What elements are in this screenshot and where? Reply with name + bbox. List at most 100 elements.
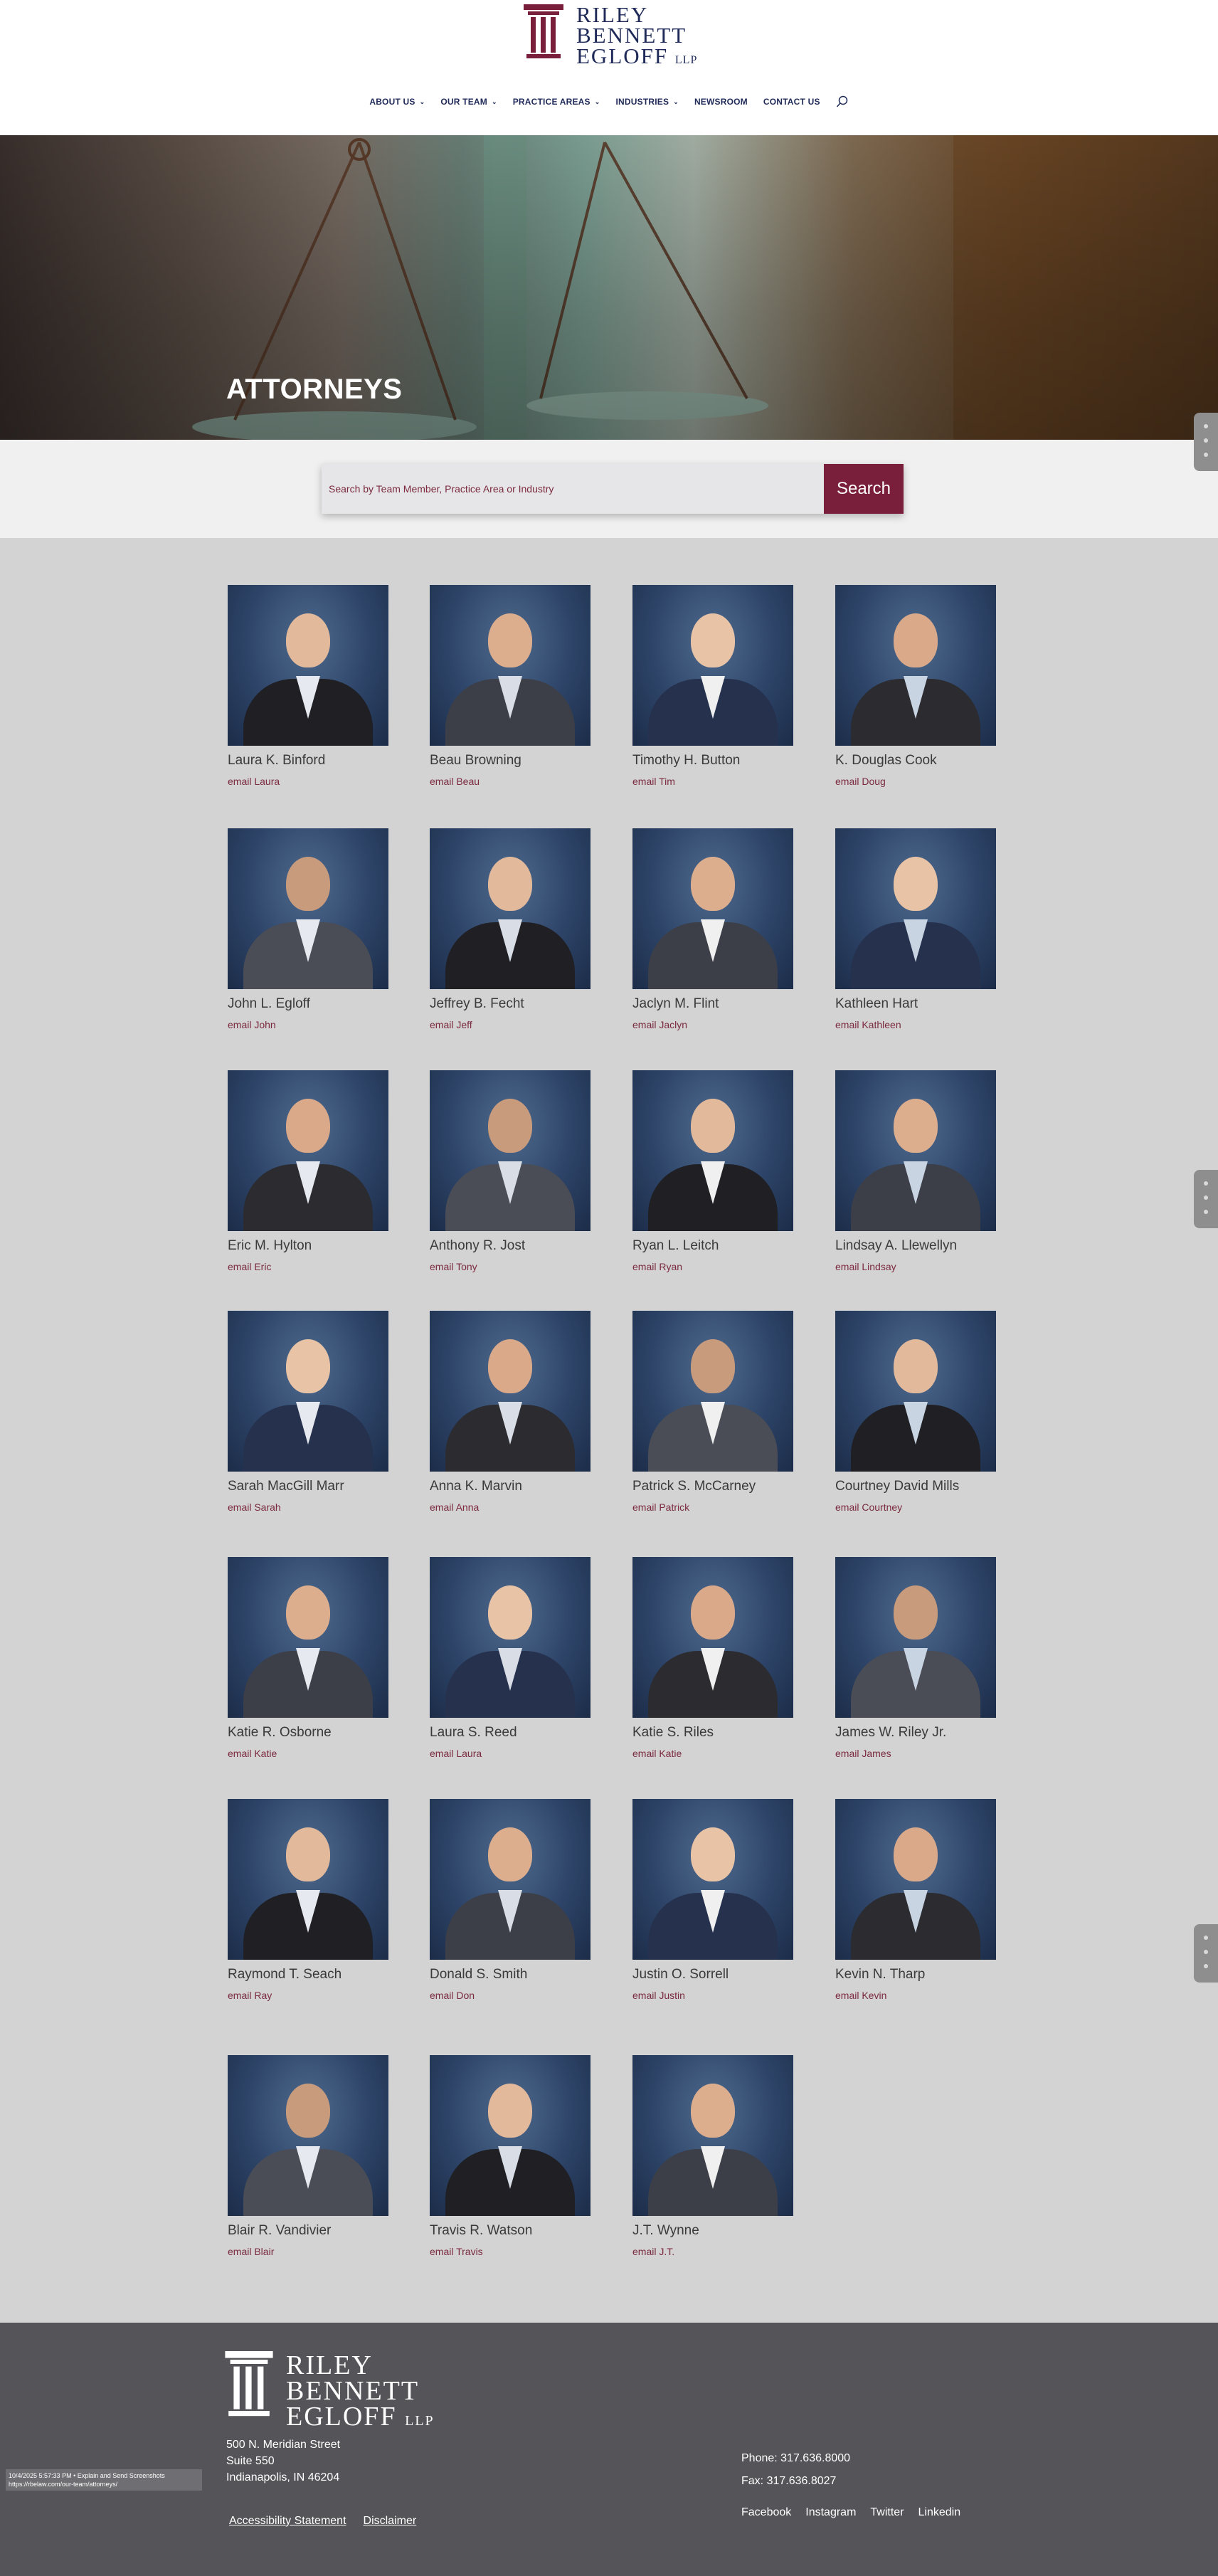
attorney-card[interactable]: Laura K. Binford email Laura (228, 585, 398, 798)
attorney-email-link[interactable]: email Courtney (835, 1501, 902, 1513)
attorney-email-link[interactable]: email Katie (228, 1748, 277, 1759)
attorney-email-link[interactable]: email Tony (430, 1261, 477, 1272)
attorney-name[interactable]: John L. Egloff (228, 996, 310, 1012)
attorney-name[interactable]: Ryan L. Leitch (632, 1238, 719, 1254)
attorney-card[interactable]: Courtney David Mills email Courtney (835, 1311, 1006, 1524)
attorney-email-link[interactable]: email Kevin (835, 1990, 886, 2001)
footer-logo[interactable]: RILEY BENNETT EGLOFF LLP (223, 2351, 444, 2430)
attorney-email-link[interactable]: email Patrick (632, 1501, 689, 1513)
attorney-photo[interactable] (632, 1070, 793, 1231)
attorney-photo[interactable] (632, 1799, 793, 1960)
attorney-photo[interactable] (430, 1311, 591, 1472)
attorney-card[interactable]: Raymond T. Seach email Ray (228, 1799, 398, 2012)
facebook-link[interactable]: Facebook (741, 2506, 791, 2519)
attorney-card[interactable]: Sarah MacGill Marr email Sarah (228, 1311, 398, 1524)
twitter-link[interactable]: Twitter (870, 2506, 904, 2519)
instagram-link[interactable]: Instagram (805, 2506, 856, 2519)
attorney-email-link[interactable]: email Ray (228, 1990, 272, 2001)
attorney-photo[interactable] (228, 585, 388, 746)
attorney-name[interactable]: James W. Riley Jr. (835, 1725, 946, 1741)
attorney-email-link[interactable]: email John (228, 1019, 276, 1030)
attorney-email-link[interactable]: email Kathleen (835, 1019, 901, 1030)
nav-newsroom[interactable]: NEWSROOM (694, 97, 748, 107)
attorney-email-link[interactable]: email Katie (632, 1748, 682, 1759)
disclaimer-link[interactable]: Disclaimer (364, 2515, 417, 2528)
attorney-photo[interactable] (632, 585, 793, 746)
attorney-card[interactable]: Anna K. Marvin email Anna (430, 1311, 600, 1524)
attorney-name[interactable]: K. Douglas Cook (835, 753, 937, 769)
attorney-photo[interactable] (632, 1557, 793, 1718)
nav-contact-us[interactable]: CONTACT US (763, 97, 820, 107)
attorney-photo[interactable] (228, 1311, 388, 1472)
attorney-name[interactable]: Patrick S. McCarney (632, 1479, 756, 1494)
attorney-name[interactable]: Eric M. Hylton (228, 1238, 312, 1254)
attorney-email-link[interactable]: email Ryan (632, 1261, 682, 1272)
attorney-card[interactable]: Beau Browning email Beau (430, 585, 600, 798)
attorney-email-link[interactable]: email Jeff (430, 1019, 472, 1030)
brand-logo[interactable]: RILEY BENNETT EGLOFF LLP (524, 4, 701, 70)
attorney-card[interactable]: Eric M. Hylton email Eric (228, 1070, 398, 1284)
attorney-email-link[interactable]: email J.T. (632, 2246, 674, 2257)
attorney-photo[interactable] (835, 1311, 996, 1472)
attorney-name[interactable]: Laura S. Reed (430, 1725, 517, 1741)
attorney-email-link[interactable]: email Eric (228, 1261, 271, 1272)
attorney-name[interactable]: Raymond T. Seach (228, 1967, 341, 1983)
attorney-email-link[interactable]: email Laura (228, 776, 280, 787)
attorney-card[interactable]: Jaclyn M. Flint email Jaclyn (632, 828, 803, 1042)
attorney-photo[interactable] (228, 1799, 388, 1960)
attorney-card[interactable]: J.T. Wynne email J.T. (632, 2055, 803, 2269)
attorney-card[interactable]: Lindsay A. Llewellyn email Lindsay (835, 1070, 1006, 1284)
attorney-photo[interactable] (632, 828, 793, 989)
attorney-email-link[interactable]: email Jaclyn (632, 1019, 687, 1030)
attorney-photo[interactable] (228, 2055, 388, 2216)
attorney-photo[interactable] (835, 828, 996, 989)
attorney-email-link[interactable]: email Anna (430, 1501, 479, 1513)
attorney-email-link[interactable]: email Blair (228, 2246, 274, 2257)
attorney-card[interactable]: Ryan L. Leitch email Ryan (632, 1070, 803, 1284)
side-nav-dots[interactable] (1194, 1170, 1218, 1228)
attorney-card[interactable]: Patrick S. McCarney email Patrick (632, 1311, 803, 1524)
attorney-card[interactable]: John L. Egloff email John (228, 828, 398, 1042)
attorney-photo[interactable] (632, 2055, 793, 2216)
attorney-card[interactable]: K. Douglas Cook email Doug (835, 585, 1006, 798)
attorney-name[interactable]: Katie R. Osborne (228, 1725, 332, 1741)
attorney-email-link[interactable]: email Sarah (228, 1501, 281, 1513)
attorney-photo[interactable] (430, 1070, 591, 1231)
attorney-name[interactable]: Travis R. Watson (430, 2223, 532, 2239)
attorney-name[interactable]: J.T. Wynne (632, 2223, 699, 2239)
attorney-name[interactable]: Anthony R. Jost (430, 1238, 525, 1254)
attorney-card[interactable]: Kathleen Hart email Kathleen (835, 828, 1006, 1042)
attorney-name[interactable]: Courtney David Mills (835, 1479, 959, 1494)
attorney-card[interactable]: Jeffrey B. Fecht email Jeff (430, 828, 600, 1042)
attorney-photo[interactable] (228, 1557, 388, 1718)
attorney-name[interactable]: Jaclyn M. Flint (632, 996, 719, 1012)
attorney-name[interactable]: Jeffrey B. Fecht (430, 996, 524, 1012)
attorney-email-link[interactable]: email Tim (632, 776, 675, 787)
attorney-photo[interactable] (430, 1799, 591, 1960)
attorney-email-link[interactable]: email Don (430, 1990, 475, 2001)
attorney-photo[interactable] (835, 1557, 996, 1718)
attorney-name[interactable]: Timothy H. Button (632, 753, 740, 769)
attorney-name[interactable]: Laura K. Binford (228, 753, 325, 769)
attorney-name[interactable]: Kathleen Hart (835, 996, 918, 1012)
attorney-photo[interactable] (228, 828, 388, 989)
attorney-name[interactable]: Sarah MacGill Marr (228, 1479, 344, 1494)
nav-industries[interactable]: INDUSTRIES ⌄ (616, 97, 679, 107)
attorney-name[interactable]: Donald S. Smith (430, 1967, 527, 1983)
search-input[interactable] (322, 464, 824, 514)
attorney-card[interactable]: Laura S. Reed email Laura (430, 1557, 600, 1770)
attorney-photo[interactable] (228, 1070, 388, 1231)
attorney-photo[interactable] (430, 2055, 591, 2216)
attorney-name[interactable]: Lindsay A. Llewellyn (835, 1238, 957, 1254)
attorney-email-link[interactable]: email Justin (632, 1990, 685, 2001)
attorney-card[interactable]: Blair R. Vandivier email Blair (228, 2055, 398, 2269)
nav-practice-areas[interactable]: PRACTICE AREAS ⌄ (513, 97, 600, 107)
attorney-email-link[interactable]: email Laura (430, 1748, 482, 1759)
side-nav-dots[interactable] (1194, 413, 1218, 471)
attorney-name[interactable]: Anna K. Marvin (430, 1479, 522, 1494)
attorney-card[interactable]: Travis R. Watson email Travis (430, 2055, 600, 2269)
attorney-card[interactable]: Donald S. Smith email Don (430, 1799, 600, 2012)
side-nav-dots[interactable] (1194, 1924, 1218, 1983)
nav-our-team[interactable]: OUR TEAM ⌄ (440, 97, 497, 107)
attorney-photo[interactable] (430, 585, 591, 746)
